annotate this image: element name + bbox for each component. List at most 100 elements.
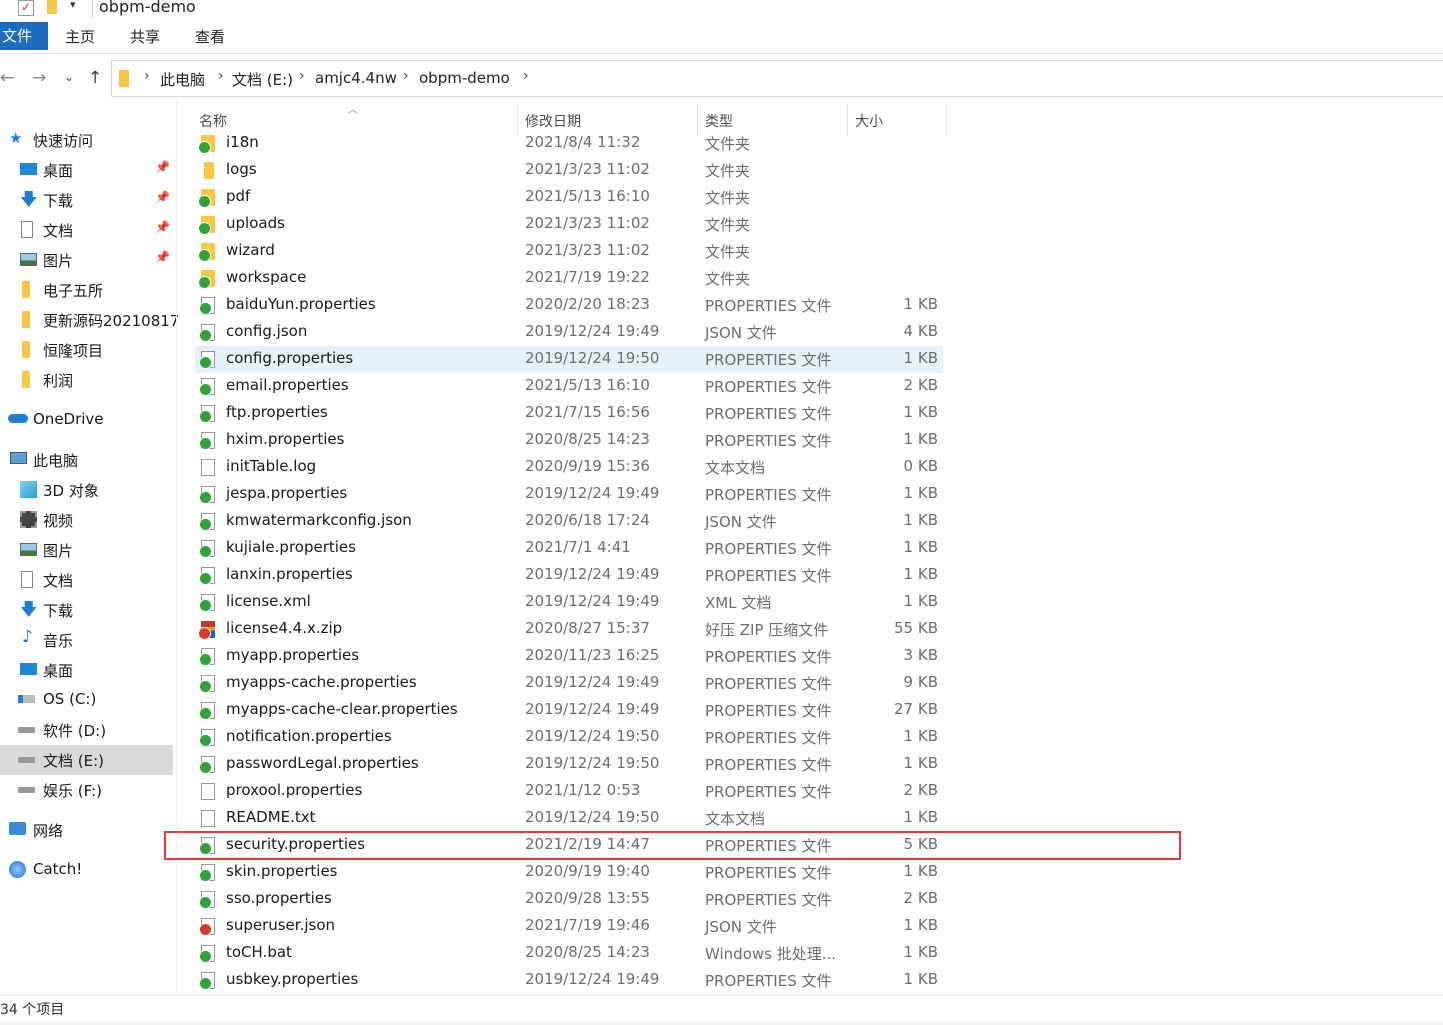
file-name: license.xml [226, 592, 311, 610]
file-row[interactable]: license.xml 2019/12/24 19:49 XML 文档 1 KB [195, 589, 943, 616]
file-row[interactable]: proxool.properties 2021/1/12 0:53 PROPERTI… [195, 778, 943, 805]
file-row[interactable]: ftp.properties 2021/7/15 16:56 PROPERTIES … [195, 400, 943, 427]
file-row[interactable]: jespa.properties 2019/12/24 19:49 PROPERTI… [195, 481, 943, 508]
sidebar-item-network[interactable]: 网络 [0, 815, 173, 845]
sidebar-item-3d-objects[interactable]: 3D 对象 [0, 475, 173, 505]
file-row[interactable]: passwordLegal.properties 2019/12/24 19:50… [195, 751, 943, 778]
text-file-icon [201, 810, 215, 827]
chevron-right-icon[interactable]: › [523, 68, 529, 84]
folder-row[interactable]: i18n 2021/8/4 11:32 文件夹 [195, 130, 943, 157]
file-row[interactable]: kujiale.properties 2021/7/1 4:41 PROPERTIE… [195, 535, 943, 562]
file-name: notification.properties [226, 727, 392, 745]
sidebar-item-label: 桌面 [43, 662, 74, 680]
pin-icon[interactable]: 📌 [155, 190, 170, 204]
sidebar-item-pictures[interactable]: 图片 [0, 535, 173, 565]
tab-file[interactable]: 文件 [0, 22, 48, 50]
breadcrumb-drive-e[interactable]: 文档 (E:) [232, 69, 293, 90]
quick-access-dropdown-icon[interactable]: ▾ [70, 0, 76, 11]
file-row[interactable]: config.json 2019/12/24 19:49 JSON 文件 4 KB [195, 319, 943, 346]
file-row[interactable]: notification.properties 2019/12/24 19:50 P… [195, 724, 943, 751]
folder-row[interactable]: logs 2021/3/23 11:02 文件夹 [195, 157, 943, 184]
breadcrumb-amjc[interactable]: amjc4.4nw [315, 69, 397, 87]
sidebar-item-folder[interactable]: 恒隆项目 [0, 335, 173, 365]
file-row[interactable]: lanxin.properties 2019/12/24 19:49 PROPERT… [195, 562, 943, 589]
file-row[interactable]: usbkey.properties 2019/12/24 19:49 PROPERT… [195, 967, 943, 994]
chevron-right-icon[interactable]: › [299, 68, 305, 84]
sidebar-item-folder[interactable]: 利润 [0, 365, 173, 395]
column-header-name[interactable]: 名称 [199, 111, 227, 131]
sidebar-item-drive-f[interactable]: 娱乐 (F:) [0, 775, 173, 805]
folder-row[interactable]: workspace 2021/7/19 19:22 文件夹 [195, 265, 943, 292]
file-row[interactable]: toCH.bat 2020/8/25 14:23 Windows 批处理... 1 K… [195, 940, 943, 967]
sidebar-item-documents[interactable]: 文档 [0, 565, 173, 595]
tab-share[interactable]: 共享 [130, 26, 160, 47]
up-arrow-icon[interactable]: ↑ [88, 68, 102, 88]
sidebar-item-drive-e[interactable]: 文档 (E:) [0, 745, 173, 775]
file-icon [199, 432, 215, 450]
column-header-date[interactable]: 修改日期 [525, 111, 581, 131]
sidebar-item-catch[interactable]: Catch! [0, 855, 173, 885]
file-row[interactable]: myapp.properties 2020/11/23 16:25 PROPERTI… [195, 643, 943, 670]
sidebar-item-pictures[interactable]: 图片 📌 [0, 245, 173, 275]
file-row[interactable]: sso.properties 2020/9/28 13:55 PROPERTIES … [195, 886, 943, 913]
forward-arrow-icon[interactable]: → [32, 68, 46, 88]
file-row[interactable]: README.txt 2019/12/24 19:50 文本文档 1 KB [195, 805, 943, 832]
breadcrumb-obpm-demo[interactable]: obpm-demo [419, 69, 510, 87]
sidebar-item-music[interactable]: ♪ 音乐 [0, 625, 173, 655]
address-bar[interactable]: › 此电脑 › 文档 (E:) › amjc4.4nw › obpm-demo … [111, 60, 1443, 97]
sidebar-item-this-pc[interactable]: 此电脑 [0, 445, 173, 475]
pin-icon[interactable]: 📌 [155, 160, 170, 174]
folder-row[interactable]: wizard 2021/3/23 11:02 文件夹 [195, 238, 943, 265]
file-row[interactable]: config.properties 2019/12/24 19:50 PROPERT… [195, 346, 943, 373]
checkbox-icon[interactable]: ✓ [18, 0, 34, 16]
file-row[interactable]: superuser.json 2021/7/19 19:46 JSON 文件 1 KB [195, 913, 943, 940]
file-row[interactable]: baiduYun.properties 2020/2/20 18:23 PROPER… [195, 292, 943, 319]
computer-icon [10, 452, 27, 464]
sidebar-item-label: 软件 (D:) [43, 722, 107, 740]
folder-icon [198, 270, 215, 289]
sidebar-item-desktop[interactable]: 桌面 [0, 655, 173, 685]
file-row[interactable]: myapps-cache.properties 2019/12/24 19:49 P… [195, 670, 943, 697]
sidebar-item-drive-c[interactable]: OS (C:) [0, 685, 173, 715]
chevron-right-icon[interactable]: › [144, 68, 150, 84]
file-size: 1 KB [903, 349, 938, 367]
column-header-size[interactable]: 大小 [855, 111, 883, 131]
tab-view[interactable]: 查看 [195, 26, 225, 47]
file-date: 2021/3/23 11:02 [525, 241, 650, 259]
sidebar-item-onedrive[interactable]: OneDrive [0, 405, 173, 435]
file-row[interactable]: license4.4.x.zip 2020/8/27 15:37 好压 ZIP 压缩… [195, 616, 943, 643]
file-name: proxool.properties [226, 781, 363, 799]
chevron-right-icon[interactable]: › [403, 68, 409, 84]
file-row[interactable]: initTable.log 2020/9/19 15:36 文本文档 0 KB [195, 454, 943, 481]
back-arrow-icon[interactable]: ← [0, 68, 14, 88]
breadcrumb-this-pc[interactable]: 此电脑 [160, 69, 205, 90]
file-name: i18n [226, 133, 259, 151]
sidebar-item-quick-access[interactable]: ★ 快速访问 [0, 125, 173, 155]
file-type: PROPERTIES 文件 [705, 351, 832, 369]
column-header-type[interactable]: 类型 [705, 111, 733, 131]
sidebar-item-desktop[interactable]: 桌面 📌 [0, 155, 173, 185]
tab-home[interactable]: 主页 [65, 26, 95, 47]
film-icon [20, 511, 37, 528]
file-row[interactable]: email.properties 2021/5/13 16:10 PROPERTIE… [195, 373, 943, 400]
sidebar-item-videos[interactable]: 视频 [0, 505, 173, 535]
sidebar-item-folder[interactable]: 电子五所 [0, 275, 173, 305]
pin-icon[interactable]: 📌 [155, 220, 170, 234]
column-divider[interactable] [946, 104, 947, 136]
file-row[interactable]: kmwatermarkconfig.json 2020/6/18 17:24 JSO… [195, 508, 943, 535]
pin-icon[interactable]: 📌 [155, 250, 170, 264]
sidebar-item-label: 3D 对象 [43, 482, 99, 500]
sidebar-item-drive-d[interactable]: 软件 (D:) [0, 715, 173, 745]
sidebar-item-downloads[interactable]: 🡇 下载 📌 [0, 185, 173, 215]
file-row[interactable]: hxim.properties 2020/8/25 14:23 PROPERTIES… [195, 427, 943, 454]
recent-locations-chevron-icon[interactable]: ⌄ [64, 70, 74, 84]
file-date: 2019/12/24 19:50 [525, 754, 660, 772]
folder-row[interactable]: pdf 2021/5/13 16:10 文件夹 [195, 184, 943, 211]
sidebar-item-documents[interactable]: 文档 📌 [0, 215, 173, 245]
sidebar-item-folder[interactable]: 更新源码20210817 [0, 305, 179, 335]
file-row[interactable]: skin.properties 2020/9/19 19:40 PROPERTIES… [195, 859, 943, 886]
chevron-right-icon[interactable]: › [218, 68, 224, 84]
file-row[interactable]: myapps-cache-clear.properties 2019/12/24 … [195, 697, 943, 724]
folder-row[interactable]: uploads 2021/3/23 11:02 文件夹 [195, 211, 943, 238]
sidebar-item-downloads[interactable]: 🡇 下载 [0, 595, 173, 625]
